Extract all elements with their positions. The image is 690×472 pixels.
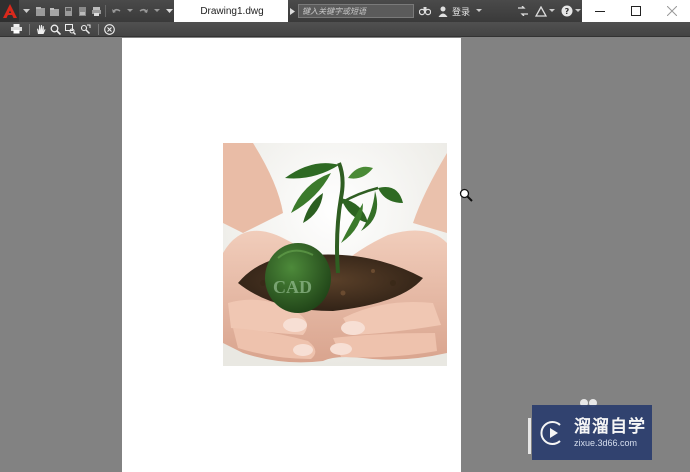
document-title: Drawing1.dwg xyxy=(174,0,290,22)
quick-access-toolbar xyxy=(0,0,174,22)
help-icon[interactable]: ? xyxy=(560,4,574,18)
play-logo-icon xyxy=(540,420,566,446)
redo-dropdown-icon[interactable] xyxy=(152,5,162,18)
infocenter-bar: 键入关键字或短语 登录 ? xyxy=(288,0,582,22)
save-icon[interactable] xyxy=(63,5,74,18)
print-icon[interactable] xyxy=(10,23,23,36)
maximize-button[interactable] xyxy=(618,0,654,22)
undo-icon[interactable] xyxy=(111,5,122,18)
preview-toolbar xyxy=(0,22,690,37)
customize-dropdown-icon[interactable] xyxy=(164,5,174,18)
photo-caption: CAD xyxy=(273,277,312,297)
autocad-print-preview-window: Drawing1.dwg 键入关键字或短语 登录 ? CAD 溜溜自学 zixu… xyxy=(0,0,690,472)
plant-in-hands-image: CAD xyxy=(223,143,447,366)
toolbar-separator xyxy=(104,5,106,17)
save-as-icon[interactable] xyxy=(77,5,88,18)
zoom-icon[interactable] xyxy=(49,23,62,36)
watermark-url: zixue.3d66.com xyxy=(574,437,638,448)
window-controls xyxy=(582,0,690,22)
toolbar-separator xyxy=(98,23,99,35)
menu-dropdown-icon[interactable] xyxy=(22,5,32,18)
minimize-button[interactable] xyxy=(582,0,618,22)
binoculars-search-icon[interactable] xyxy=(418,4,432,18)
help-dropdown-icon[interactable] xyxy=(574,4,582,18)
redo-icon[interactable] xyxy=(138,5,149,18)
pan-hand-icon[interactable] xyxy=(34,23,47,36)
title-bar: Drawing1.dwg 键入关键字或短语 登录 ? xyxy=(0,0,690,22)
watermark-divider xyxy=(528,418,531,454)
search-input[interactable]: 键入关键字或短语 xyxy=(298,4,414,18)
expand-arrow-icon[interactable] xyxy=(288,0,297,22)
close-preview-icon[interactable] xyxy=(103,23,116,36)
login-link[interactable]: 登录 xyxy=(452,5,470,18)
new-file-icon[interactable] xyxy=(35,5,46,18)
zoom-cursor-icon xyxy=(459,188,473,202)
autocad-logo-icon[interactable] xyxy=(0,0,20,22)
login-dropdown-icon[interactable] xyxy=(472,4,486,18)
open-folder-icon[interactable] xyxy=(49,5,60,18)
watermark-text: 溜溜自学 zixue.3d66.com xyxy=(574,417,646,449)
print-icon[interactable] xyxy=(91,5,102,18)
autodesk-a360-icon[interactable] xyxy=(534,4,548,18)
zoom-window-icon[interactable] xyxy=(64,23,77,36)
watermark-badge: 溜溜自学 zixue.3d66.com xyxy=(532,405,652,460)
close-button[interactable] xyxy=(654,0,690,22)
svg-text:?: ? xyxy=(565,7,570,16)
watermark-title: 溜溜自学 xyxy=(574,416,646,436)
zoom-original-icon[interactable] xyxy=(79,23,92,36)
toolbar-separator xyxy=(29,23,30,35)
paper-sheet: CAD xyxy=(122,38,461,472)
user-icon[interactable] xyxy=(436,4,450,18)
a360-dropdown-icon[interactable] xyxy=(548,4,556,18)
undo-dropdown-icon[interactable] xyxy=(125,5,135,18)
exchange-apps-icon[interactable] xyxy=(516,4,530,18)
